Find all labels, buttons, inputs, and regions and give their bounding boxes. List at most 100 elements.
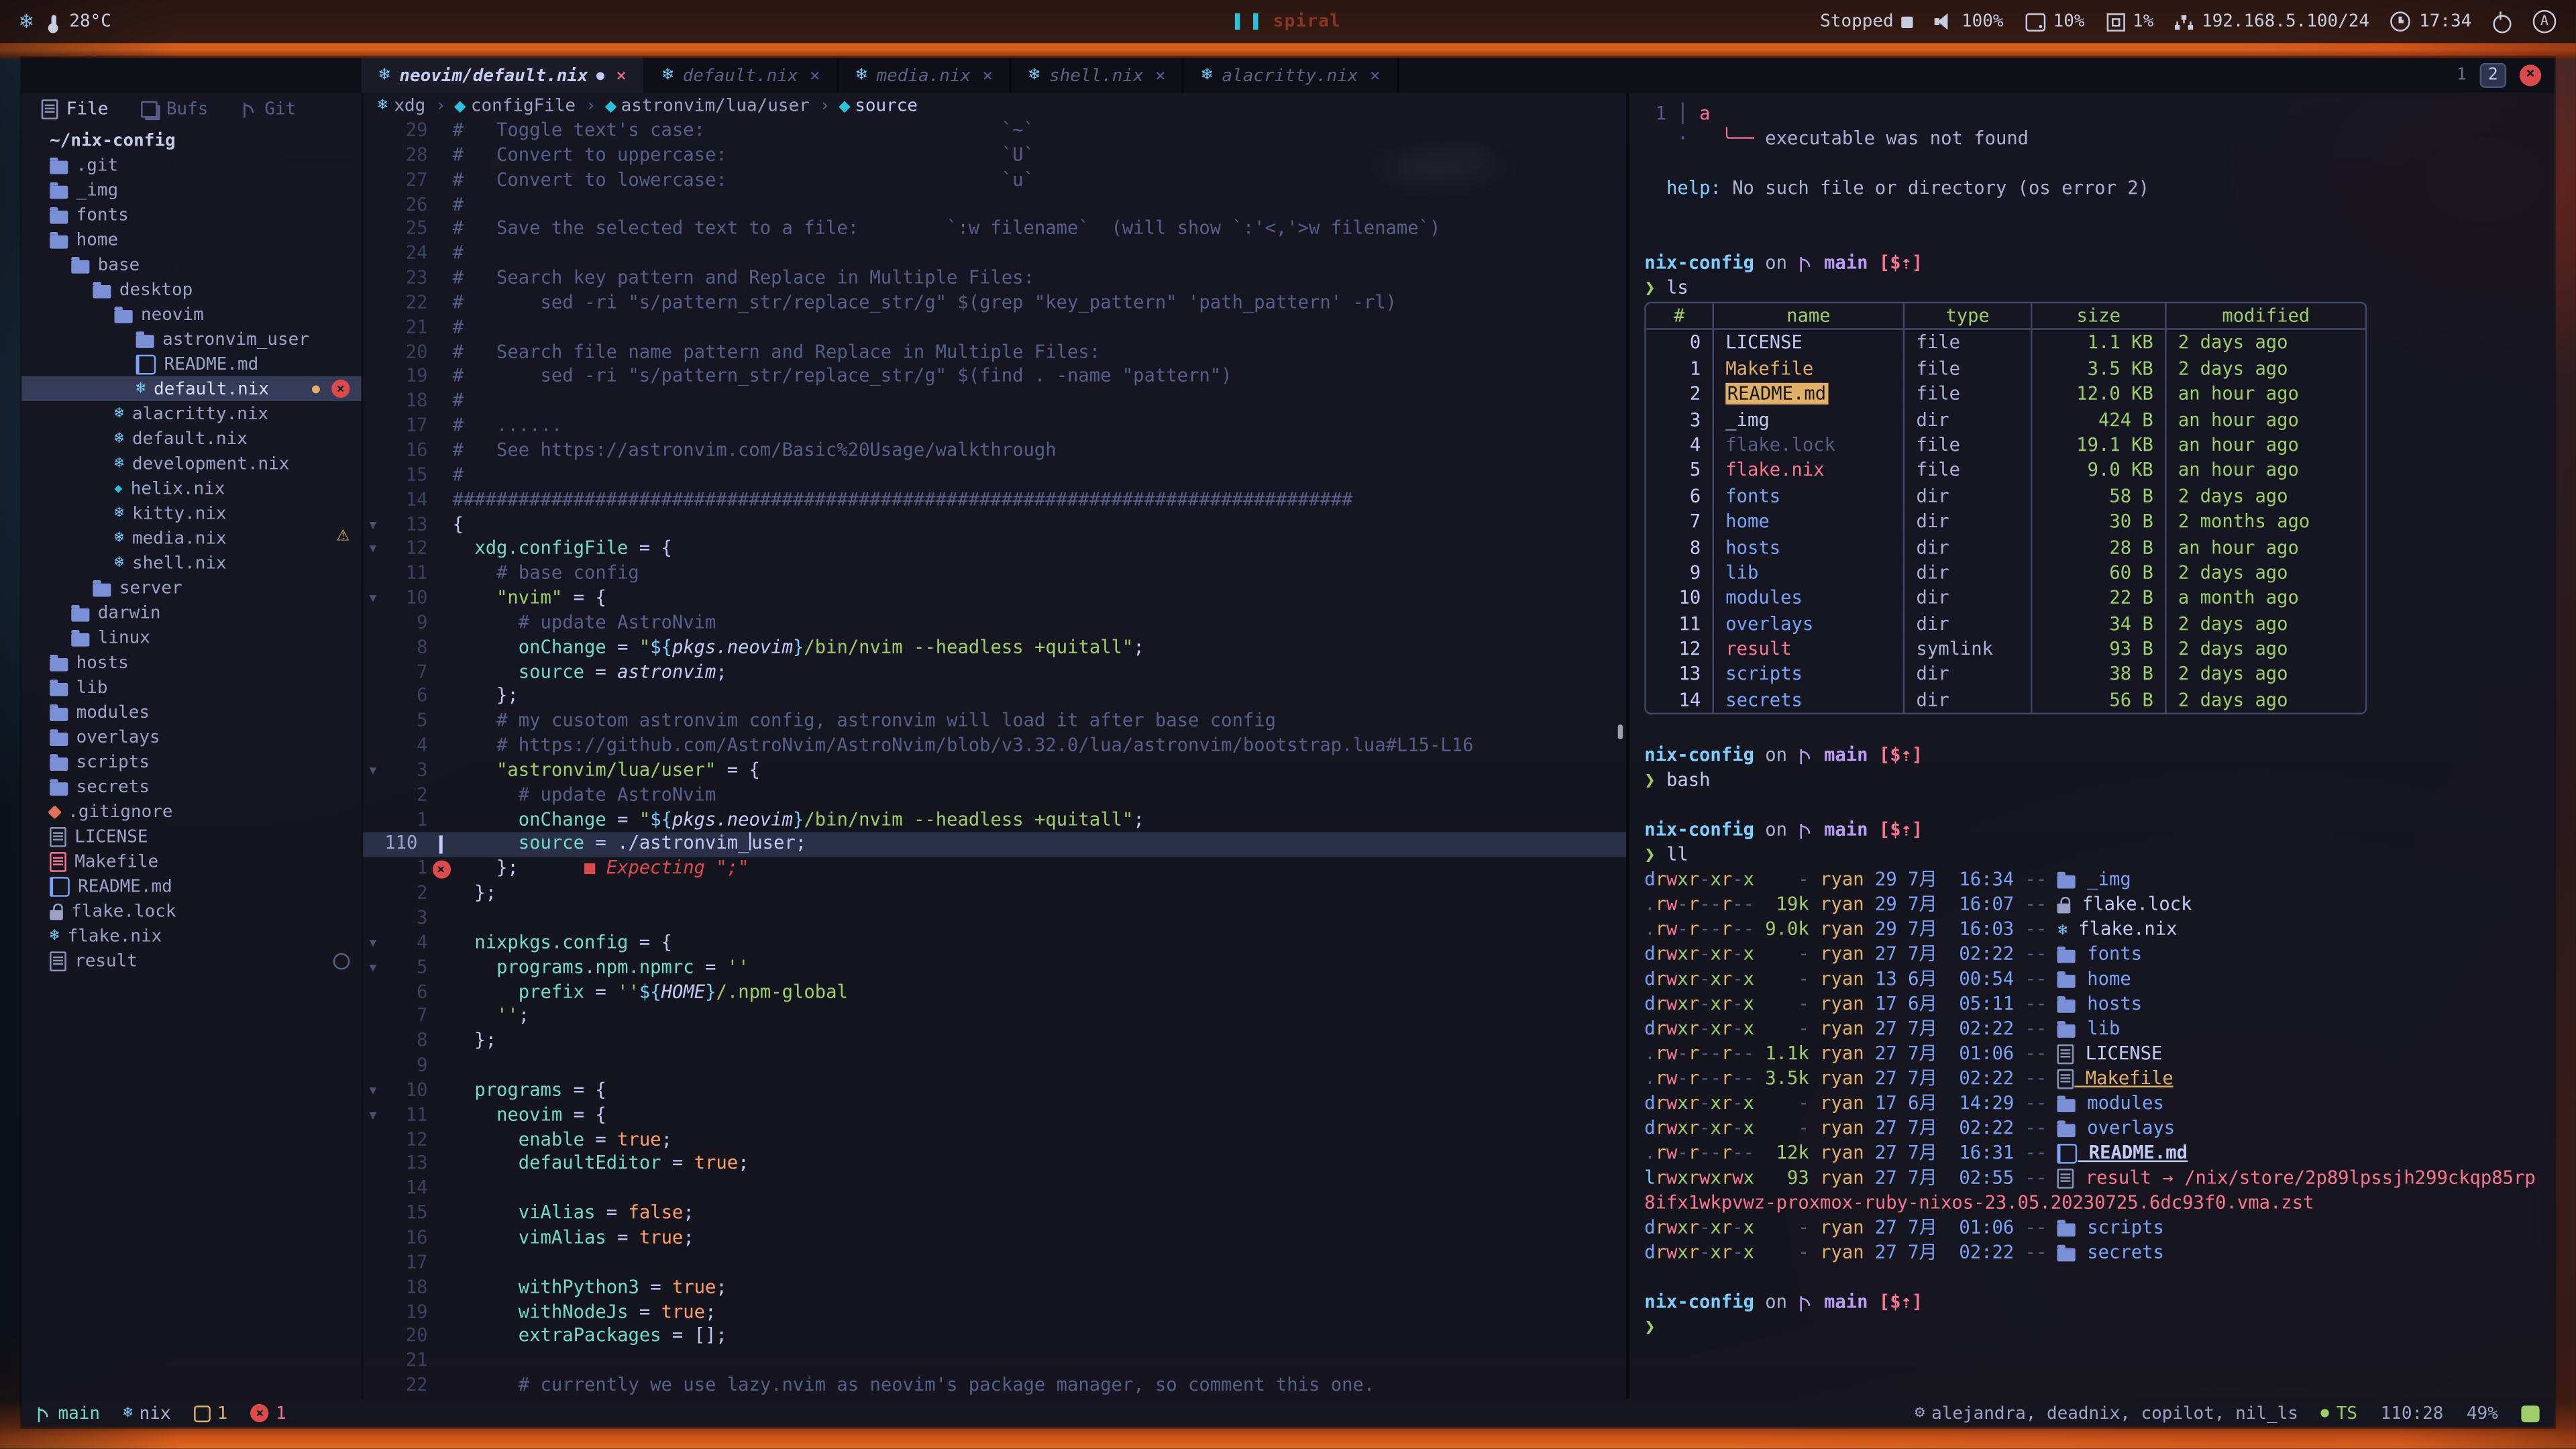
code-line[interactable]: ▾10 programs = { <box>363 1079 1626 1104</box>
code-line[interactable]: ▾13{ <box>363 513 1626 538</box>
tree-item-result[interactable]: result <box>21 948 362 973</box>
code-line[interactable]: 5 # my cusotom astronvim config, astronv… <box>363 710 1626 735</box>
tree-item-astronvim_user[interactable]: astronvim_user <box>21 327 362 352</box>
tree-item-development.nix[interactable]: ❄development.nix <box>21 451 362 476</box>
tree-item-scripts[interactable]: scripts <box>21 749 362 774</box>
window-close-button[interactable]: × <box>2520 64 2541 86</box>
fold-icon[interactable]: ▾ <box>363 1079 383 1104</box>
code-area[interactable]: 29# Toggle text's case: `~` 28# Convert … <box>363 119 1626 1399</box>
tree-item-kitty.nix[interactable]: ❄kitty.nix <box>21 500 362 525</box>
code-line[interactable]: ▾4 nixpkgs.config = { <box>363 931 1626 956</box>
code-line[interactable]: 28# Convert to uppercase: `U` <box>363 144 1626 169</box>
tree-item-shell.nix[interactable]: ❄shell.nix <box>21 550 362 575</box>
tree-item-home[interactable]: home <box>21 227 362 252</box>
terminal-input[interactable]: ❯ bash <box>1644 768 2539 793</box>
code-line[interactable]: 18# <box>363 390 1626 415</box>
code-line[interactable]: ▾5 programs.npm.npmrc = '' <box>363 956 1626 981</box>
fold-icon[interactable]: ▾ <box>363 587 383 612</box>
terminal-input[interactable]: ❯ <box>1644 1315 2539 1340</box>
tree-item-hosts[interactable]: hosts <box>21 650 362 675</box>
tree-item-_img[interactable]: _img <box>21 177 362 202</box>
tab-neovim/default.nix[interactable]: ❄neovim/default.nix●× <box>362 58 645 93</box>
wezterm-tab-2[interactable]: 2 <box>2480 63 2507 88</box>
tree-item-neovim[interactable]: neovim <box>21 302 362 327</box>
tree-item-media.nix[interactable]: ❄media.nix⚠ <box>21 525 362 550</box>
code-line[interactable]: 27# Convert to lowercase: `u` <box>363 168 1626 193</box>
code-line[interactable]: 19 withNodeJs = true; <box>363 1300 1626 1325</box>
breadcrumb-segment[interactable]: ❄xdg <box>378 96 425 116</box>
code-line[interactable]: 4 # https://github.com/AstroNvim/AstroNv… <box>363 735 1626 759</box>
tree-item-.gitignore[interactable]: .gitignore <box>21 799 362 824</box>
code-line[interactable]: 21 <box>363 1350 1626 1375</box>
code-line[interactable]: 2 # update AstroNvim <box>363 784 1626 808</box>
code-line[interactable]: 7 ''; <box>363 1005 1626 1030</box>
fold-icon[interactable]: ▾ <box>363 956 383 981</box>
code-line[interactable]: 22 # currently we use lazy.nvim as neovi… <box>363 1375 1626 1399</box>
explorer-tab-bufs[interactable]: Bufs <box>142 99 209 119</box>
terminal-input[interactable]: ❯ ls <box>1644 275 2539 300</box>
code-line[interactable]: 18 withPython3 = true; <box>363 1276 1626 1301</box>
editor-pane[interactable]: ❄xdg›configFile›astronvim/lua/user›sourc… <box>363 93 1626 1399</box>
tree-item-README.md[interactable]: README.md <box>21 873 362 898</box>
editor-scrollbar-marker[interactable] <box>1618 724 1623 739</box>
tree-item-base[interactable]: base <box>21 252 362 277</box>
tree-item-overlays[interactable]: overlays <box>21 724 362 749</box>
code-line[interactable]: 6 prefix = ''${HOME}/.npm-global <box>363 981 1626 1006</box>
explorer-tab-file[interactable]: File <box>42 99 109 119</box>
code-line[interactable]: 16# See https://astronvim.com/Basic%20Us… <box>363 439 1626 464</box>
code-line[interactable]: 15# <box>363 464 1626 488</box>
code-line[interactable]: 17 <box>363 1251 1626 1276</box>
tree-item-LICENSE[interactable]: LICENSE <box>21 824 362 849</box>
warning-count[interactable]: 1 <box>194 1403 227 1424</box>
code-line[interactable]: 21# <box>363 316 1626 341</box>
tab-close-icon[interactable]: × <box>982 66 993 86</box>
code-line[interactable]: 9 <box>363 1055 1626 1079</box>
wezterm-tab-1[interactable]: 1 <box>2457 66 2467 85</box>
fold-icon[interactable]: ▾ <box>363 931 383 956</box>
tab-media.nix[interactable]: ❄media.nix× <box>839 58 1011 93</box>
tree-item-linux[interactable]: linux <box>21 625 362 650</box>
tab-close-icon[interactable]: × <box>810 66 820 86</box>
code-line[interactable]: 13 defaultEditor = true; <box>363 1152 1626 1177</box>
code-line[interactable]: ▾10 "nvim" = { <box>363 587 1626 612</box>
code-line[interactable]: 6 }; <box>363 686 1626 710</box>
code-line[interactable]: 24# <box>363 242 1626 267</box>
code-line[interactable]: ▾11 neovim = { <box>363 1104 1626 1128</box>
tree-item-flake.nix[interactable]: ❄flake.nix <box>21 923 362 948</box>
tab-close-icon[interactable]: × <box>616 66 627 86</box>
tree-root[interactable]: ~/nix-config <box>21 127 362 152</box>
fold-icon[interactable]: ▾ <box>363 537 383 562</box>
code-line[interactable]: ▾12 xdg.configFile = { <box>363 537 1626 562</box>
tree-item-README.md[interactable]: README.md <box>21 352 362 376</box>
tab-close-icon[interactable]: × <box>1370 66 1381 86</box>
tree-item-Makefile[interactable]: Makefile <box>21 849 362 873</box>
fold-icon[interactable]: ▾ <box>363 1104 383 1128</box>
tree-item-desktop[interactable]: desktop <box>21 277 362 302</box>
breadcrumb-segment[interactable]: astronvim/lua/user <box>606 96 809 116</box>
code-line[interactable]: 11 # base config <box>363 562 1626 587</box>
tab-default.nix[interactable]: ❄default.nix× <box>645 58 839 93</box>
code-line[interactable]: 3 <box>363 907 1626 932</box>
code-line[interactable]: 8 }; <box>363 1030 1626 1055</box>
tree-item-lib[interactable]: lib <box>21 675 362 700</box>
tree-item-flake.lock[interactable]: flake.lock <box>21 898 362 923</box>
tree-item-alacritty.nix[interactable]: ❄alacritty.nix <box>21 401 362 426</box>
tab-shell.nix[interactable]: ❄shell.nix× <box>1011 58 1183 93</box>
code-line[interactable]: 17# ...... <box>363 415 1626 439</box>
code-line[interactable]: 16 vimAlias = true; <box>363 1226 1626 1251</box>
code-line[interactable]: 12 enable = true; <box>363 1128 1626 1153</box>
code-line[interactable]: 19# sed -ri "s/pattern_str/replace_str/g… <box>363 366 1626 390</box>
fold-icon[interactable]: ▾ <box>363 759 383 784</box>
code-line[interactable]: 23# Search key pattern and Replace in Mu… <box>363 267 1626 292</box>
code-line[interactable]: 8 onChange = "${pkgs.neovim}/bin/nvim --… <box>363 636 1626 661</box>
code-line[interactable]: 25# Save the selected text to a file: `:… <box>363 218 1626 243</box>
code-line[interactable]: 14 <box>363 1177 1626 1202</box>
tree-item-secrets[interactable]: secrets <box>21 774 362 799</box>
tree-item-fonts[interactable]: fonts <box>21 202 362 227</box>
code-line[interactable]: ▾3 "astronvim/lua/user" = { <box>363 759 1626 784</box>
breadcrumb-segment[interactable]: source <box>840 96 918 116</box>
code-line[interactable]: 22# sed -ri "s/pattern_str/replace_str/g… <box>363 292 1626 317</box>
code-line[interactable]: 1× }; ■ Expecting ";" <box>363 857 1626 882</box>
tree-item-default.nix[interactable]: ❄default.nix <box>21 426 362 451</box>
code-line[interactable]: 9 # update AstroNvim <box>363 611 1626 636</box>
